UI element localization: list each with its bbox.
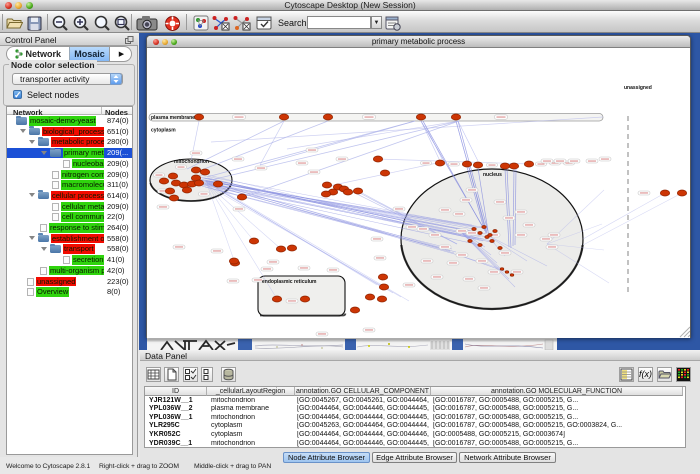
svg-text:mitochondrion: mitochondrion: [174, 159, 209, 165]
svg-text:plasma membrane: plasma membrane: [151, 115, 195, 121]
svg-text:endoplasmic reticulum: endoplasmic reticulum: [262, 279, 317, 285]
svg-text:cytoplasm: cytoplasm: [151, 128, 176, 134]
svg-text:unassigned: unassigned: [624, 85, 652, 91]
svg-text:nucleus: nucleus: [483, 172, 502, 178]
